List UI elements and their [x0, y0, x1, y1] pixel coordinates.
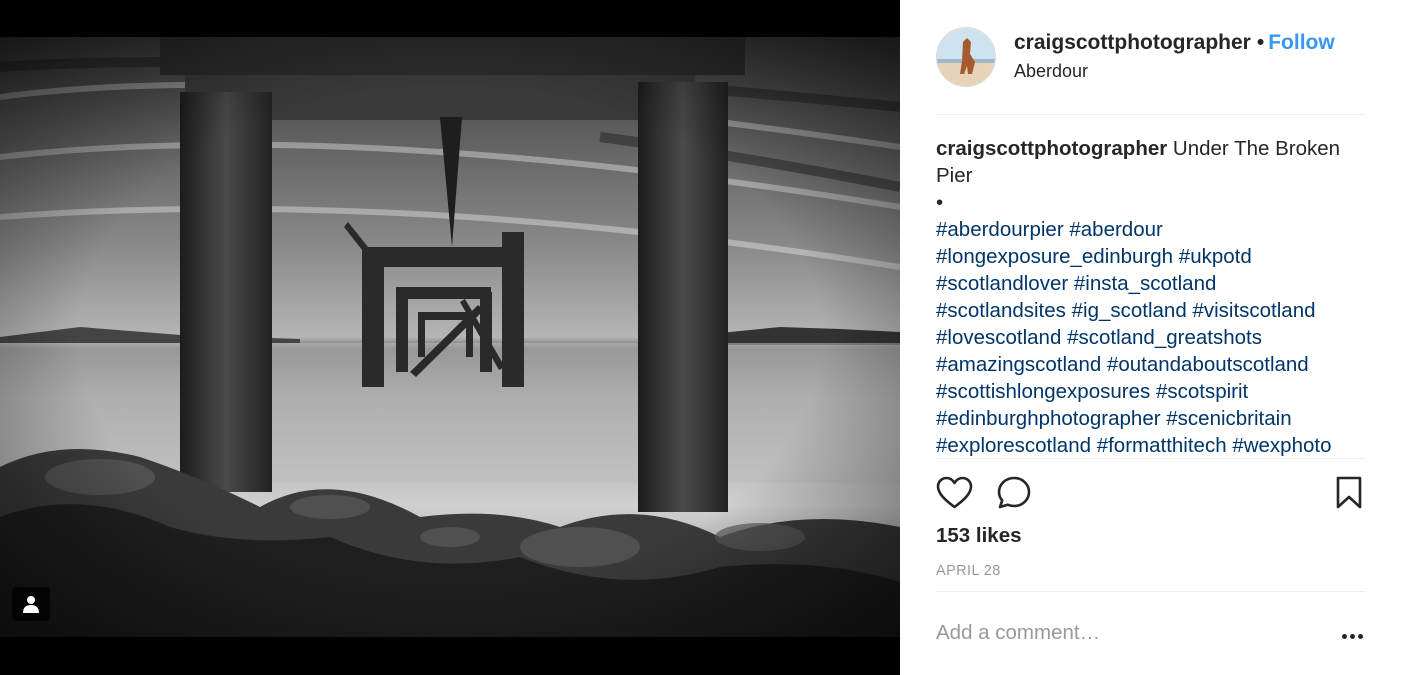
location-link[interactable]: Aberdour: [1014, 61, 1088, 82]
header-separator: •: [1256, 31, 1265, 54]
hashtag[interactable]: #wexphoto: [1232, 434, 1331, 457]
user-tag-icon: [23, 596, 39, 613]
hashtag[interactable]: #formatthitech: [1097, 434, 1227, 457]
caption-username[interactable]: craigscottphotographer: [936, 137, 1167, 160]
hashtag[interactable]: #lovescotland: [936, 326, 1061, 349]
hashtag[interactable]: #longexposure_edinburgh: [936, 245, 1173, 268]
tagged-users-button[interactable]: [12, 587, 50, 621]
hashtag[interactable]: #scotlandsites: [936, 299, 1066, 322]
like-count[interactable]: 153 likes: [936, 524, 1022, 548]
action-bar: [936, 458, 1366, 528]
hashtag[interactable]: #outandaboutscotland: [1107, 353, 1309, 376]
hashtag[interactable]: #scottishlongexposures: [936, 380, 1150, 403]
post-sidebar: craigscottphotographer • Follow Aberdour c…: [900, 0, 1402, 675]
post-media[interactable]: [0, 0, 900, 675]
hashtag[interactable]: #ig_scotland: [1072, 299, 1187, 322]
heart-outline-icon[interactable]: [936, 476, 973, 515]
follow-button[interactable]: Follow: [1268, 31, 1335, 54]
caption-bullet: •: [936, 191, 944, 214]
bookmark-icon[interactable]: [1336, 476, 1362, 514]
hashtag[interactable]: #amazingscotland: [936, 353, 1101, 376]
hashtag[interactable]: #scenicbritain: [1166, 407, 1291, 430]
ellipsis-icon[interactable]: [1342, 628, 1366, 644]
post-date[interactable]: APRIL 28: [936, 563, 1001, 579]
hashtag[interactable]: #ukpotd: [1179, 245, 1252, 268]
avatar[interactable]: [936, 27, 996, 87]
hashtag[interactable]: #scotspirit: [1156, 380, 1248, 403]
header-username[interactable]: craigscottphotographer: [1014, 31, 1251, 54]
hashtag[interactable]: #scotlandlover: [936, 272, 1068, 295]
post-header: craigscottphotographer • Follow Aberdour: [936, 27, 1366, 115]
comment-input[interactable]: [936, 618, 1316, 648]
hashtag-list: #aberdourpier #aberdour #longexposure_ed…: [936, 216, 1366, 459]
header-username-row: craigscottphotographer • Follow: [1014, 31, 1335, 55]
hashtag[interactable]: #edinburghphotographer: [936, 407, 1161, 430]
hashtag[interactable]: #aberdourpier: [936, 218, 1064, 241]
hashtag[interactable]: #visitscotland: [1192, 299, 1315, 322]
hashtag[interactable]: #explorescotland: [936, 434, 1091, 457]
comment-bar: [936, 591, 1366, 675]
hashtag[interactable]: #insta_scotland: [1074, 272, 1216, 295]
post-caption: craigscottphotographer Under The Broken …: [936, 135, 1366, 459]
hashtag[interactable]: #aberdour: [1069, 218, 1162, 241]
hashtag[interactable]: #scotland_greatshots: [1067, 326, 1262, 349]
speech-bubble-icon[interactable]: [997, 476, 1031, 515]
pier-photo[interactable]: [0, 37, 900, 637]
